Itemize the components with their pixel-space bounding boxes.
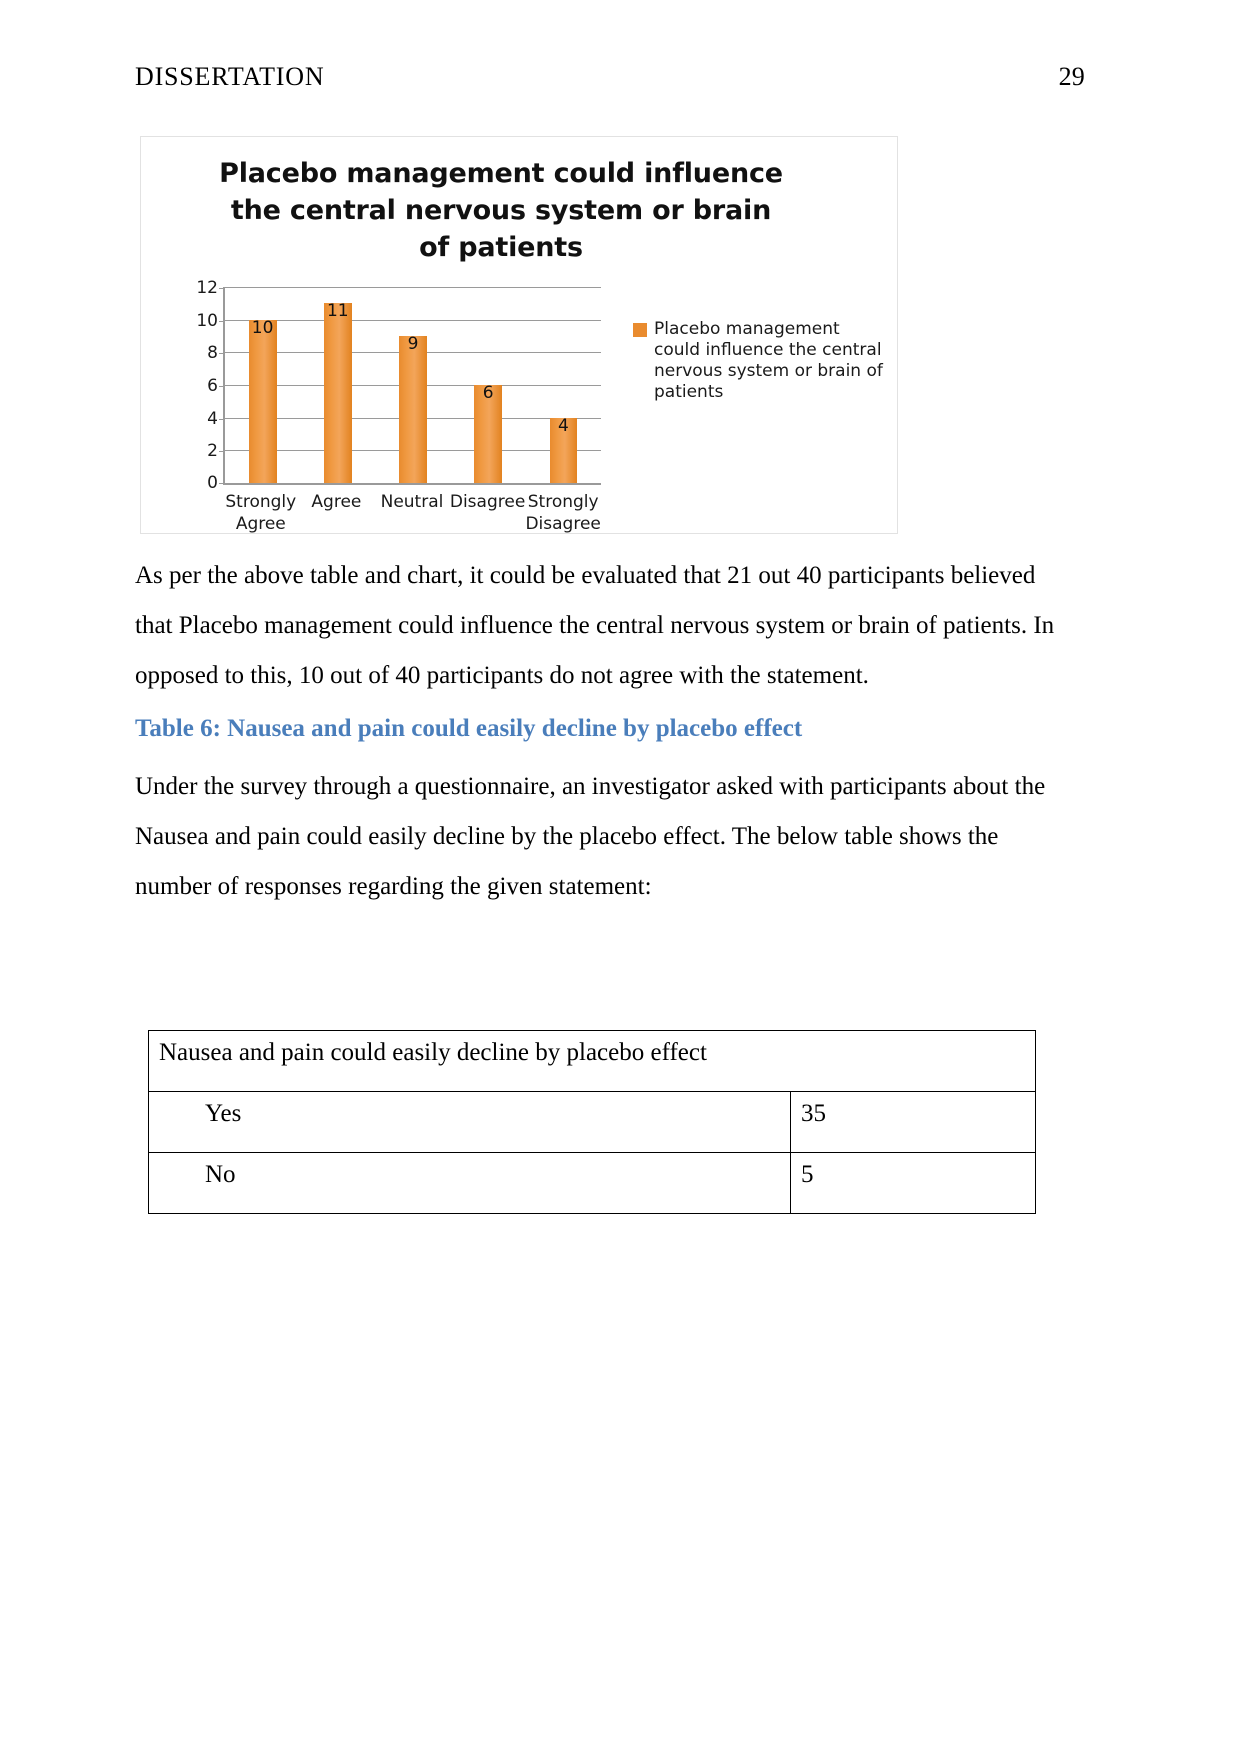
y-tick-label-6: 6 <box>207 376 218 396</box>
x-label-disagree-line-1: Disagree <box>449 492 526 512</box>
legend-line-1: Placebo management <box>654 319 840 339</box>
bar-strongly-disagree[interactable]: 4 <box>549 415 578 483</box>
page-running-header: DISSERTATION 29 <box>135 62 1085 92</box>
page-number: 29 <box>1058 62 1085 91</box>
paragraph-survey-intro-line-3: number of responses regarding the given … <box>135 873 652 900</box>
legend-line-4: patients <box>654 382 724 402</box>
x-label-strongly-agree-line-2: Agree <box>235 514 286 534</box>
y-tick-label-8: 8 <box>207 343 218 364</box>
y-tick-label-2: 2 <box>207 441 218 462</box>
chart-title: Placebo management could influence the c… <box>171 155 831 266</box>
table-caption-cell: Nausea and pain could easily decline by … <box>147 1030 1037 1092</box>
bar-value-strongly-agree: 10 <box>251 317 274 338</box>
bar-slot-strongly-disagree: 4 <box>526 287 601 483</box>
table-cell-value-yes: 35 <box>789 1091 1037 1153</box>
y-tick-label-4: 4 <box>207 408 218 429</box>
chart-plot-area: 12 10 8 6 4 2 0 10 11 9 6 4 Strongly Agr… <box>183 278 601 534</box>
bar-agree[interactable]: 11 <box>323 301 352 483</box>
x-label-neutral: Neutral <box>374 491 450 535</box>
x-label-disagree: Disagree <box>450 491 526 535</box>
y-tick-label-0: 0 <box>207 473 218 493</box>
bar-value-strongly-disagree: 4 <box>557 415 569 436</box>
table-cell-value-no: 5 <box>789 1152 1037 1214</box>
legend-entry-label: Placebo management could influence the c… <box>654 319 883 403</box>
tick-mark-0 <box>219 483 225 484</box>
paragraph-analysis-1: As per the above table and chart, it cou… <box>135 551 1085 701</box>
document-title: DISSERTATION <box>135 62 325 91</box>
table-cell-label-no: No <box>148 1152 791 1214</box>
heading-table-6: Table 6: Nausea and pain could easily de… <box>135 715 803 742</box>
chart-bars: 10 11 9 6 4 <box>225 287 601 483</box>
x-label-agree: Agree <box>299 491 375 535</box>
x-label-strongly-disagree-line-2: Disagree <box>525 514 601 534</box>
x-label-strongly-disagree: Strongly Disagree <box>525 491 601 535</box>
x-label-strongly-agree: Strongly Agree <box>223 491 299 535</box>
table-row: Yes 35 <box>148 1091 1037 1153</box>
chart-title-line-2: the central nervous system or brain <box>230 195 772 226</box>
y-tick-label-12: 12 <box>196 278 218 298</box>
bar-value-neutral: 9 <box>407 334 419 354</box>
chart-title-line-3: of patients <box>419 232 583 263</box>
legend-line-3: nervous system or brain of <box>654 361 883 381</box>
paragraph-analysis-1-line-1: As per the above table and chart, it cou… <box>135 562 1036 589</box>
x-axis-category-labels: Strongly Agree Agree Neutral Disagree St… <box>223 485 601 535</box>
bar-neutral[interactable]: 9 <box>399 334 427 483</box>
table-header-row: Nausea and pain could easily decline by … <box>147 1030 1037 1092</box>
bar-value-disagree: 6 <box>482 383 494 403</box>
x-label-strongly-agree-line-1: Strongly <box>225 492 297 512</box>
x-label-strongly-disagree-line-1: Strongly <box>527 492 599 512</box>
bar-disagree[interactable]: 6 <box>474 383 503 483</box>
x-label-neutral-line-1: Neutral <box>380 492 444 512</box>
chart-legend: Placebo management could influence the c… <box>633 319 883 403</box>
chart-title-line-1: Placebo management could influence <box>219 158 783 189</box>
bar-strongly-agree[interactable]: 10 <box>248 317 277 483</box>
legend-color-swatch-icon <box>633 323 647 337</box>
paragraph-survey-intro: Under the survey through a questionnaire… <box>135 762 1085 912</box>
bar-value-agree: 11 <box>326 301 349 322</box>
chart-axes: 12 10 8 6 4 2 0 10 11 9 6 4 <box>196 278 601 493</box>
table-6-responses: Nausea and pain could easily decline by … <box>147 1030 1037 1214</box>
paragraph-analysis-1-line-2: that Placebo management could influence … <box>135 612 1055 639</box>
bar-chart-figure: Placebo management could influence the c… <box>140 136 898 534</box>
bar-slot-neutral: 9 <box>375 287 450 483</box>
bar-slot-disagree: 6 <box>451 287 526 483</box>
y-tick-label-10: 10 <box>196 310 218 331</box>
table-cell-label-yes: Yes <box>148 1091 791 1153</box>
bar-slot-strongly-agree: 10 <box>225 287 300 483</box>
table-row: No 5 <box>148 1152 1037 1214</box>
bar-slot-agree: 11 <box>300 287 375 483</box>
paragraph-survey-intro-line-1: Under the survey through a questionnaire… <box>135 773 1046 800</box>
paragraph-analysis-1-line-3: opposed to this, 10 out of 40 participan… <box>135 662 869 689</box>
legend-line-2: could influence the central <box>654 340 882 360</box>
x-label-agree-line-1: Agree <box>311 492 362 512</box>
paragraph-survey-intro-line-2: Nausea and pain could easily decline by … <box>135 823 999 850</box>
